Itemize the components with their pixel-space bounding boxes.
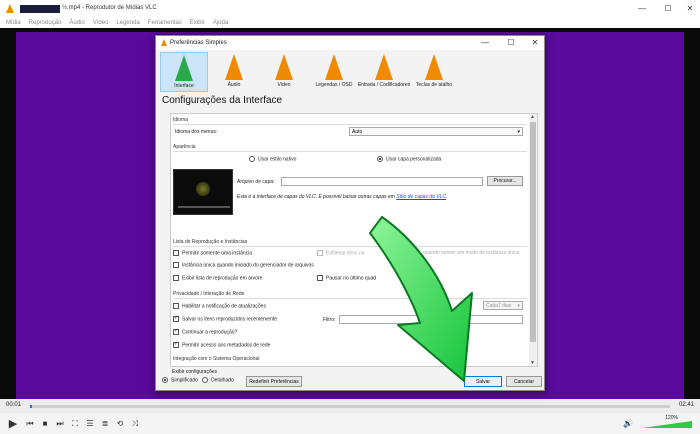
stop-icon[interactable]: ■ [40,419,50,429]
custom-skin-radio[interactable]: Usar capa personalizada [377,156,441,162]
group-os-integration: Integração com o Sistema Operacional [173,356,260,362]
video-letterbox-right [684,28,700,399]
fullscreen-icon[interactable]: ⛶ [70,419,80,429]
play-icon[interactable]: ▶ [6,417,20,431]
group-privacy: Privacidade / Interação de Rede [173,291,245,297]
timeline-bar: 00:01 02:41 [0,399,700,413]
dialog-close-button[interactable]: ✕ [528,38,542,47]
simple-radio[interactable]: Simplificado [162,377,198,383]
video-letterbox-top [0,28,700,32]
one-instance-checkbox[interactable]: Permitir somente uma instância [173,250,252,256]
subtitles-cone-icon [325,54,343,80]
menu-subtitle[interactable]: Legenda [116,20,139,26]
window-titlebar: ½.mp4 - Reprodutor de Mídias VLC — ☐ ✕ [0,0,700,18]
maximize-button[interactable]: ☐ [660,4,676,13]
category-audio[interactable]: Áudio [210,52,258,92]
scroll-thumb[interactable] [530,122,536,342]
dialog-maximize-button[interactable]: ☐ [504,38,518,47]
extended-settings-icon[interactable]: ☰ [85,419,95,429]
category-hotkeys[interactable]: Teclas de atalho [410,52,458,92]
menu-audio[interactable]: Áudio [69,20,84,26]
dialog-titlebar: Preferências Simples — ☐ ✕ [156,36,544,50]
reset-preferences-button[interactable]: Redefinir Preferências [246,376,302,387]
tree-playlist-checkbox[interactable]: Exibir lista de reprodução em árvore [173,275,262,281]
dialog-minimize-button[interactable]: — [478,38,492,47]
show-settings-label: Exibir configurações [172,369,218,375]
category-bar: Interface Áudio Vídeo Legendas / OSD Ent… [160,52,540,92]
section-title: Configurações da Interface [162,95,283,106]
browse-button[interactable]: Procurar... [487,176,523,186]
divider [173,151,527,152]
settings-scrollbar[interactable]: ▲ ▼ [529,114,537,366]
seek-progress [30,405,32,408]
interface-cone-icon [175,55,193,81]
hotkeys-cone-icon [425,54,443,80]
group-language: Idioma [173,117,189,123]
group-appearance: Aparência [173,144,196,150]
menu-media[interactable]: Mídia [6,20,21,26]
detailed-radio[interactable]: Detalhado [202,377,234,383]
language-select-value: Auto [352,129,363,135]
language-select[interactable]: Auto ▾ [349,127,523,136]
playlist-icon[interactable]: ≣ [100,419,110,429]
input-cone-icon [375,54,393,80]
cancel-button[interactable]: Cancelar [506,376,542,387]
skin-file-input[interactable] [281,177,483,186]
file-manager-instance-checkbox[interactable]: Instância única quando iniciado do geren… [173,262,314,268]
loop-icon[interactable]: ⟲ [115,419,125,429]
update-notify-checkbox[interactable]: Habilitar a notificação de atualizações [173,303,266,309]
dialog-title: Preferências Simples [170,40,227,46]
category-subtitles[interactable]: Legendas / OSD [310,52,358,92]
menu-video[interactable]: Vídeo [93,20,109,26]
skin-file-label: Arquivo de capa: [237,179,275,185]
volume-icon[interactable]: 🔊 [623,419,633,429]
network-metadata-checkbox[interactable]: Permitir acesso aos metadados de rede [173,341,270,348]
category-video[interactable]: Vídeo [260,52,308,92]
group-playlist: Lista de Reprodução e Instâncias [173,239,248,245]
green-arrow-icon [369,216,473,382]
preferences-dialog: Preferências Simples — ☐ ✕ Interface Áud… [155,35,545,391]
previous-icon[interactable]: ⏮ [25,419,35,429]
vlc-cone-icon [6,4,14,13]
control-bar: ▶ ⏮ ■ ⏭ ⛶ ☰ ≣ ⟲ ⤨ 🔊 [0,413,700,434]
category-interface[interactable]: Interface [160,52,208,92]
language-label: Idioma dos menus: [175,129,218,135]
video-letterbox-left [0,28,16,399]
scroll-up-icon[interactable]: ▲ [530,114,535,120]
category-input[interactable]: Entrada / Codificadores [358,52,410,92]
divider [173,124,527,125]
time-current: 00:01 [6,402,22,408]
menu-view[interactable]: Exibir [190,20,205,26]
skin-preview-image [173,169,233,215]
audio-cone-icon [225,54,243,80]
native-style-radio[interactable]: Usar estilo nativo [249,156,296,162]
chevron-down-icon: ▾ [517,129,520,135]
video-cone-icon [275,54,293,80]
redacted-filename [20,5,60,13]
menu-help[interactable]: Ajuda [213,20,228,26]
skin-note: Esta é a interface de capas do VLC. É po… [237,194,448,200]
volume-slider[interactable] [642,421,692,428]
time-total: 02:41 [678,402,694,408]
menu-bar: Mídia Reprodução Áudio Vídeo Legenda Fer… [0,18,700,28]
chevron-down-icon: ▾ [517,303,520,309]
menu-playback[interactable]: Reprodução [29,20,62,26]
filter-label: Filtro: [323,317,336,323]
shuffle-icon[interactable]: ⤨ [130,419,140,429]
seek-slider[interactable] [30,405,670,408]
enqueue-checkbox: Enfileirar itens na [317,250,365,256]
menu-tools[interactable]: Ferramentas [148,20,182,26]
continue-playback-checkbox[interactable]: Continuar a reprodução? [173,328,237,335]
next-icon[interactable]: ⏭ [55,419,65,429]
close-button[interactable]: ✕ [682,4,698,13]
scroll-down-icon[interactable]: ▼ [530,360,535,366]
window-title: ½.mp4 - Reprodutor de Mídias VLC [62,5,157,11]
minimize-button[interactable]: — [634,4,650,13]
save-recent-checkbox[interactable]: Salvar os itens reproduzidos recentement… [173,315,277,322]
skins-site-link[interactable]: Sítio de capas do VLC [396,194,446,200]
vlc-cone-icon [161,39,167,46]
update-frequency-select: Cada7 dias ▾ [483,301,523,310]
